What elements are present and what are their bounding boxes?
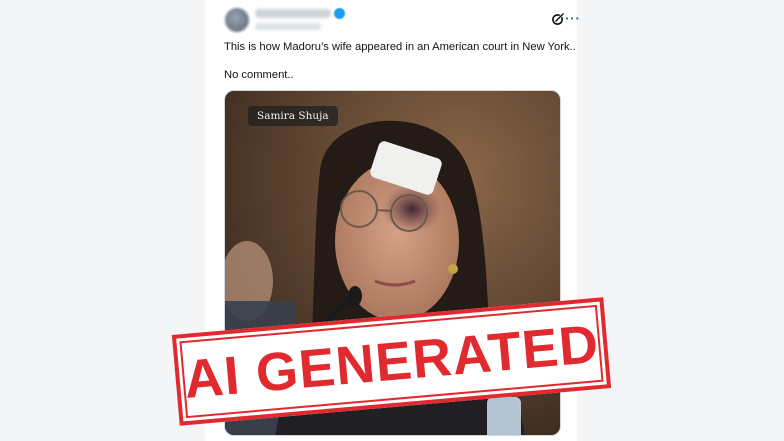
post-header: ··· [223, 6, 580, 38]
post-text-line: No comment.. [224, 69, 294, 81]
verified-badge-icon [334, 8, 345, 19]
image-caption-badge: Samira Shuja [248, 106, 338, 126]
grok-icon[interactable] [551, 12, 565, 26]
author-name-redacted[interactable] [255, 9, 331, 18]
author-handle-redacted[interactable] [255, 23, 321, 30]
post-body: This is how Madoru’s wife appeared in an… [224, 40, 576, 82]
author-avatar[interactable] [225, 8, 249, 32]
post-text-line: This is how Madoru’s wife appeared in an… [224, 41, 576, 53]
more-options-icon[interactable]: ··· [565, 11, 587, 27]
